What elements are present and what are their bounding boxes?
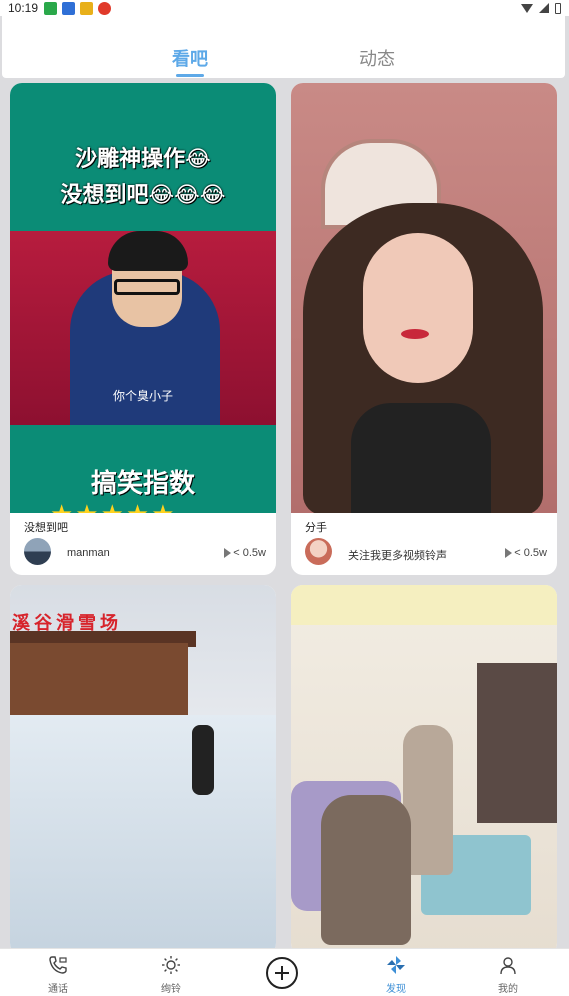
- app-notification-icon: [80, 1, 94, 15]
- wifi-icon: [521, 3, 533, 13]
- plus-icon[interactable]: [266, 957, 298, 989]
- rating-stars: ★★★★★: [50, 499, 177, 513]
- video-thumbnail[interactable]: [291, 585, 557, 955]
- video-thumbnail[interactable]: 沙雕神操作😂 没想到吧😂😂😂 你个臭小子 搞笑指数 ★★★★★: [10, 83, 276, 513]
- status-indicators: [521, 2, 561, 14]
- nav-label: 绚铃: [161, 984, 181, 995]
- user-icon: [500, 957, 516, 975]
- view-count: < 0.5w: [505, 547, 547, 559]
- avatar[interactable]: [24, 538, 51, 565]
- status-bar: 10:19: [0, 0, 569, 16]
- view-count: < 0.5w: [224, 547, 266, 559]
- nav-item-xuanling[interactable]: 绚铃: [141, 949, 201, 996]
- tab-header: 看吧 动态: [2, 16, 565, 78]
- nav-item-mine[interactable]: 我的: [478, 949, 538, 996]
- pinwheel-icon: [387, 956, 405, 974]
- battery-icon: [555, 2, 561, 14]
- tab-kanba[interactable]: 看吧: [172, 45, 208, 71]
- phone-notification-icon: [62, 1, 76, 15]
- phone-icon: [49, 956, 67, 974]
- author-name[interactable]: 关注我更多视频铃声: [348, 547, 447, 563]
- video-title: 没想到吧: [24, 522, 68, 534]
- active-tab-indicator: [176, 74, 204, 77]
- video-title: 分手: [305, 522, 327, 534]
- video-thumbnail[interactable]: [291, 83, 557, 513]
- bottom-nav: 通话 绚铃 发现 我的: [0, 948, 569, 996]
- play-count-icon: [505, 548, 513, 558]
- thumbnail-caption: 没想到吧😂😂😂: [60, 182, 226, 207]
- video-subtitle: 你个臭小子: [112, 389, 173, 403]
- nav-label: 通话: [48, 984, 68, 995]
- sun-icon: [162, 956, 180, 974]
- nav-label: 我的: [498, 984, 518, 995]
- author-name[interactable]: manman: [67, 547, 110, 559]
- status-time: 10:19: [8, 1, 39, 15]
- nav-label: 发现: [386, 984, 406, 995]
- app-notification-icon: [44, 1, 58, 15]
- thumbnail-caption: 搞笑指数: [90, 468, 195, 498]
- video-thumbnail[interactable]: 溪谷滑雪场: [10, 585, 276, 955]
- signal-icon: [539, 3, 549, 13]
- app-notification-icon: [98, 1, 112, 15]
- video-card[interactable]: 溪谷滑雪场: [10, 585, 276, 955]
- nav-item-discover[interactable]: 发现: [366, 949, 426, 996]
- video-card[interactable]: [291, 585, 557, 955]
- thumbnail-caption: 沙雕神操作😂: [75, 146, 211, 171]
- play-count-icon: [224, 548, 232, 558]
- tab-dongtai[interactable]: 动态: [359, 45, 395, 71]
- nav-item-calls[interactable]: 通话: [28, 949, 88, 996]
- video-card[interactable]: 分手 关注我更多视频铃声 < 0.5w: [291, 83, 557, 575]
- avatar[interactable]: [305, 538, 332, 565]
- video-card[interactable]: 沙雕神操作😂 没想到吧😂😂😂 你个臭小子 搞笑指数 ★★★★★ 没想到吧 man…: [10, 83, 276, 575]
